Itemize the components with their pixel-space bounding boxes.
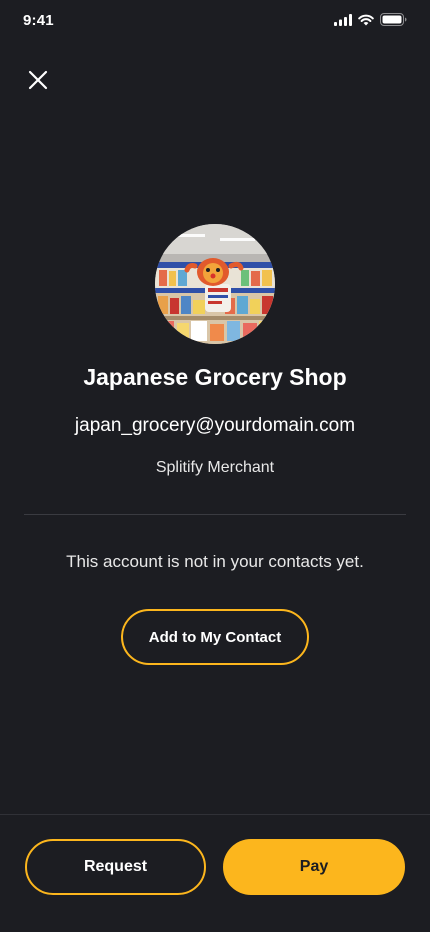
- merchant-name: Japanese Grocery Shop: [83, 364, 347, 390]
- divider: [24, 514, 406, 515]
- close-button[interactable]: [22, 64, 54, 96]
- add-to-contact-button[interactable]: Add to My Contact: [121, 609, 309, 665]
- close-icon: [28, 70, 48, 90]
- request-button[interactable]: Request: [25, 839, 206, 895]
- bottom-divider: [0, 814, 430, 815]
- battery-icon: [380, 13, 407, 26]
- signal-icon: [334, 13, 352, 26]
- grocery-store-photo: [155, 224, 275, 344]
- merchant-type: Splitify Merchant: [155, 459, 275, 476]
- wifi-icon: [358, 14, 374, 25]
- status-time: 9:41: [23, 12, 54, 29]
- merchant-email: japan_grocery@yourdomain.com: [74, 415, 356, 436]
- status-bar: 9:41: [0, 0, 430, 44]
- status-icons: [334, 13, 407, 26]
- contact-note: This account is not in your contacts yet…: [66, 552, 364, 571]
- merchant-avatar: [155, 224, 275, 344]
- pay-button[interactable]: Pay: [223, 839, 405, 895]
